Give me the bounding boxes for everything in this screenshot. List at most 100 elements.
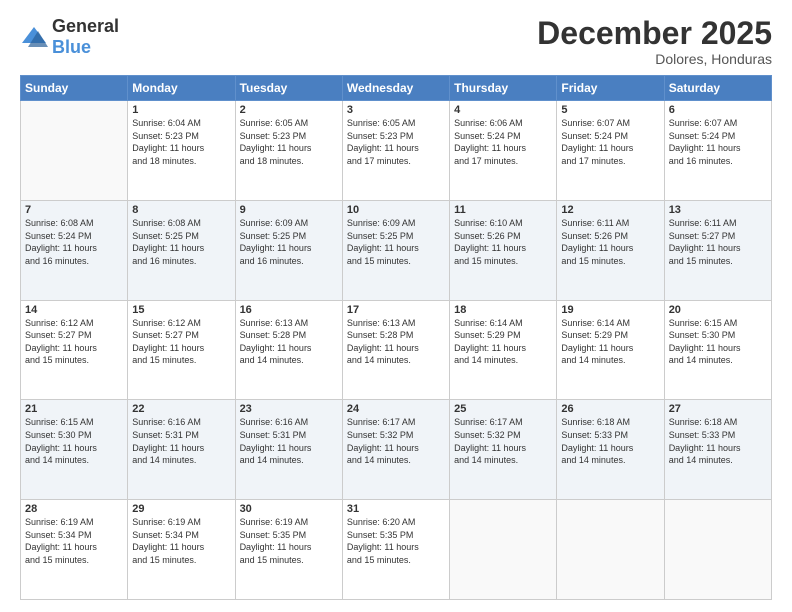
col-tuesday: Tuesday [235,76,342,101]
calendar-cell [450,500,557,600]
col-thursday: Thursday [450,76,557,101]
day-info: Sunrise: 6:11 AM Sunset: 5:27 PM Dayligh… [669,217,767,267]
day-info: Sunrise: 6:19 AM Sunset: 5:34 PM Dayligh… [25,516,123,566]
calendar-cell: 24Sunrise: 6:17 AM Sunset: 5:32 PM Dayli… [342,400,449,500]
day-number: 15 [132,304,230,316]
page: General Blue December 2025 Dolores, Hond… [0,0,792,612]
day-number: 18 [454,304,552,316]
day-number: 21 [25,403,123,415]
day-number: 25 [454,403,552,415]
title-block: December 2025 Dolores, Honduras [537,16,772,67]
calendar-cell: 10Sunrise: 6:09 AM Sunset: 5:25 PM Dayli… [342,200,449,300]
day-info: Sunrise: 6:12 AM Sunset: 5:27 PM Dayligh… [132,317,230,367]
col-monday: Monday [128,76,235,101]
calendar-cell: 19Sunrise: 6:14 AM Sunset: 5:29 PM Dayli… [557,300,664,400]
day-info: Sunrise: 6:13 AM Sunset: 5:28 PM Dayligh… [240,317,338,367]
day-info: Sunrise: 6:16 AM Sunset: 5:31 PM Dayligh… [240,416,338,466]
day-info: Sunrise: 6:16 AM Sunset: 5:31 PM Dayligh… [132,416,230,466]
calendar-cell: 31Sunrise: 6:20 AM Sunset: 5:35 PM Dayli… [342,500,449,600]
day-number: 19 [561,304,659,316]
day-info: Sunrise: 6:04 AM Sunset: 5:23 PM Dayligh… [132,117,230,167]
calendar-cell: 21Sunrise: 6:15 AM Sunset: 5:30 PM Dayli… [21,400,128,500]
calendar-week-row: 1Sunrise: 6:04 AM Sunset: 5:23 PM Daylig… [21,101,772,201]
calendar-cell: 7Sunrise: 6:08 AM Sunset: 5:24 PM Daylig… [21,200,128,300]
calendar-cell: 25Sunrise: 6:17 AM Sunset: 5:32 PM Dayli… [450,400,557,500]
calendar-cell [664,500,771,600]
day-info: Sunrise: 6:09 AM Sunset: 5:25 PM Dayligh… [347,217,445,267]
day-number: 11 [454,204,552,216]
calendar-cell: 5Sunrise: 6:07 AM Sunset: 5:24 PM Daylig… [557,101,664,201]
calendar-cell: 23Sunrise: 6:16 AM Sunset: 5:31 PM Dayli… [235,400,342,500]
logo-general: General [52,16,119,36]
day-number: 27 [669,403,767,415]
calendar-cell [557,500,664,600]
day-number: 30 [240,503,338,515]
day-info: Sunrise: 6:18 AM Sunset: 5:33 PM Dayligh… [669,416,767,466]
calendar-cell: 2Sunrise: 6:05 AM Sunset: 5:23 PM Daylig… [235,101,342,201]
day-number: 2 [240,104,338,116]
calendar-cell: 16Sunrise: 6:13 AM Sunset: 5:28 PM Dayli… [235,300,342,400]
calendar-week-row: 21Sunrise: 6:15 AM Sunset: 5:30 PM Dayli… [21,400,772,500]
day-info: Sunrise: 6:10 AM Sunset: 5:26 PM Dayligh… [454,217,552,267]
calendar-cell: 15Sunrise: 6:12 AM Sunset: 5:27 PM Dayli… [128,300,235,400]
day-info: Sunrise: 6:17 AM Sunset: 5:32 PM Dayligh… [347,416,445,466]
logo-blue: Blue [52,37,91,57]
calendar-header-row: Sunday Monday Tuesday Wednesday Thursday… [21,76,772,101]
day-number: 12 [561,204,659,216]
calendar-cell [21,101,128,201]
logo-icon [20,25,48,49]
calendar-cell: 4Sunrise: 6:06 AM Sunset: 5:24 PM Daylig… [450,101,557,201]
calendar-cell: 26Sunrise: 6:18 AM Sunset: 5:33 PM Dayli… [557,400,664,500]
day-number: 1 [132,104,230,116]
calendar-week-row: 28Sunrise: 6:19 AM Sunset: 5:34 PM Dayli… [21,500,772,600]
day-number: 3 [347,104,445,116]
day-number: 23 [240,403,338,415]
day-number: 9 [240,204,338,216]
day-info: Sunrise: 6:07 AM Sunset: 5:24 PM Dayligh… [561,117,659,167]
day-number: 5 [561,104,659,116]
day-number: 8 [132,204,230,216]
calendar-table: Sunday Monday Tuesday Wednesday Thursday… [20,75,772,600]
day-number: 22 [132,403,230,415]
calendar-cell: 22Sunrise: 6:16 AM Sunset: 5:31 PM Dayli… [128,400,235,500]
day-info: Sunrise: 6:09 AM Sunset: 5:25 PM Dayligh… [240,217,338,267]
calendar-cell: 18Sunrise: 6:14 AM Sunset: 5:29 PM Dayli… [450,300,557,400]
calendar-week-row: 7Sunrise: 6:08 AM Sunset: 5:24 PM Daylig… [21,200,772,300]
calendar-cell: 28Sunrise: 6:19 AM Sunset: 5:34 PM Dayli… [21,500,128,600]
col-friday: Friday [557,76,664,101]
day-info: Sunrise: 6:19 AM Sunset: 5:34 PM Dayligh… [132,516,230,566]
day-number: 29 [132,503,230,515]
day-info: Sunrise: 6:15 AM Sunset: 5:30 PM Dayligh… [25,416,123,466]
day-info: Sunrise: 6:08 AM Sunset: 5:25 PM Dayligh… [132,217,230,267]
day-info: Sunrise: 6:05 AM Sunset: 5:23 PM Dayligh… [347,117,445,167]
day-info: Sunrise: 6:15 AM Sunset: 5:30 PM Dayligh… [669,317,767,367]
day-info: Sunrise: 6:19 AM Sunset: 5:35 PM Dayligh… [240,516,338,566]
day-info: Sunrise: 6:14 AM Sunset: 5:29 PM Dayligh… [454,317,552,367]
calendar-cell: 8Sunrise: 6:08 AM Sunset: 5:25 PM Daylig… [128,200,235,300]
day-number: 4 [454,104,552,116]
calendar-cell: 29Sunrise: 6:19 AM Sunset: 5:34 PM Dayli… [128,500,235,600]
day-number: 31 [347,503,445,515]
calendar-cell: 30Sunrise: 6:19 AM Sunset: 5:35 PM Dayli… [235,500,342,600]
calendar-cell: 14Sunrise: 6:12 AM Sunset: 5:27 PM Dayli… [21,300,128,400]
day-number: 6 [669,104,767,116]
day-info: Sunrise: 6:13 AM Sunset: 5:28 PM Dayligh… [347,317,445,367]
day-number: 26 [561,403,659,415]
day-info: Sunrise: 6:14 AM Sunset: 5:29 PM Dayligh… [561,317,659,367]
month-title: December 2025 [537,16,772,51]
day-number: 13 [669,204,767,216]
day-info: Sunrise: 6:12 AM Sunset: 5:27 PM Dayligh… [25,317,123,367]
day-info: Sunrise: 6:17 AM Sunset: 5:32 PM Dayligh… [454,416,552,466]
col-saturday: Saturday [664,76,771,101]
calendar-cell: 20Sunrise: 6:15 AM Sunset: 5:30 PM Dayli… [664,300,771,400]
calendar-cell: 13Sunrise: 6:11 AM Sunset: 5:27 PM Dayli… [664,200,771,300]
calendar-cell: 3Sunrise: 6:05 AM Sunset: 5:23 PM Daylig… [342,101,449,201]
day-info: Sunrise: 6:05 AM Sunset: 5:23 PM Dayligh… [240,117,338,167]
day-info: Sunrise: 6:11 AM Sunset: 5:26 PM Dayligh… [561,217,659,267]
day-number: 16 [240,304,338,316]
day-info: Sunrise: 6:20 AM Sunset: 5:35 PM Dayligh… [347,516,445,566]
day-number: 24 [347,403,445,415]
logo-text: General Blue [52,16,119,58]
day-number: 17 [347,304,445,316]
col-sunday: Sunday [21,76,128,101]
